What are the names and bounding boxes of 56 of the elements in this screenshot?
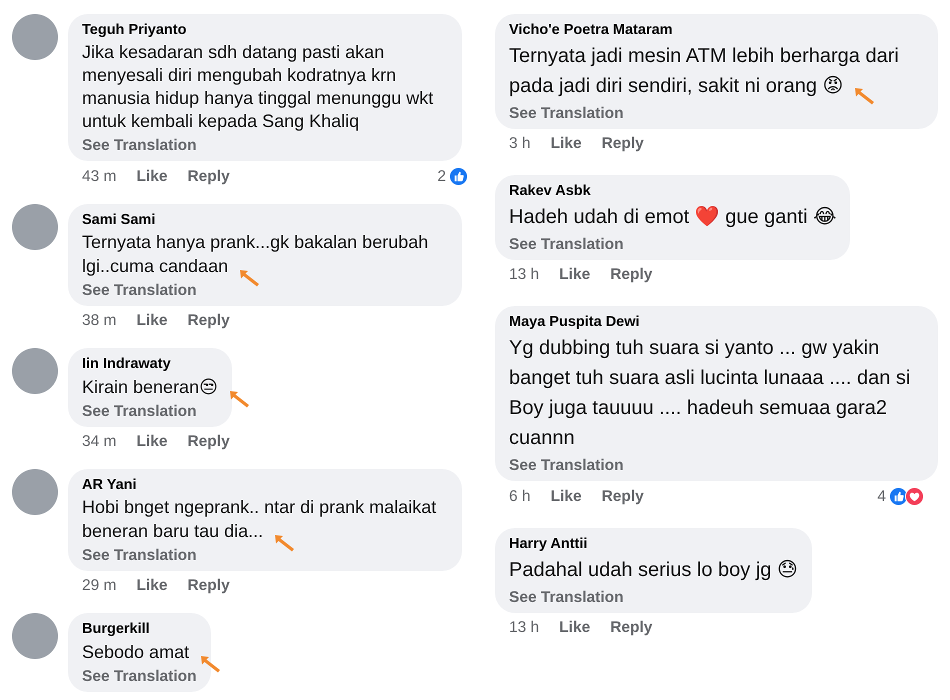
see-translation-link[interactable]: See Translation xyxy=(82,403,218,421)
comment-author: Burgerkill xyxy=(82,621,151,637)
comment-time: 38 m xyxy=(82,312,116,330)
reply-link[interactable]: Reply xyxy=(187,168,230,186)
comment-time: 13 h xyxy=(509,266,540,284)
like-reaction-icon xyxy=(449,167,468,186)
comment-text: Hadeh udah di emot ❤ gue ganti 😂 xyxy=(509,205,836,230)
see-translation-link[interactable]: See Translation xyxy=(509,457,924,475)
like-link[interactable]: Like xyxy=(136,577,168,595)
reaction-count: 4 xyxy=(877,488,886,506)
reply-link[interactable]: Reply xyxy=(602,488,644,506)
like-link[interactable]: Like xyxy=(550,488,582,506)
reaction-count: 2 xyxy=(437,168,446,186)
comment-author: Iin Indrawaty xyxy=(82,356,172,372)
reply-link[interactable]: Reply xyxy=(610,266,652,284)
comment-author: Maya Puspita Dewi xyxy=(509,314,641,330)
see-translation-link[interactable]: See Translation xyxy=(82,668,197,686)
comment-text: Jika kesadaran sdh datang pasti akan menyesali diri mengubah kodratnya krn manusia hidup hanya tinggal menunggu wkt untuk kembali kepada Sang Khaliq xyxy=(82,41,434,133)
reply-link[interactable]: Reply xyxy=(187,312,230,330)
reply-link[interactable]: Reply xyxy=(187,433,230,451)
comment-text: Padahal udah serius lo boy jg 😓 xyxy=(509,558,798,583)
see-translation-link[interactable]: See Translation xyxy=(82,547,448,565)
comment-author: Teguh Priyanto xyxy=(82,22,188,38)
heart-reaction-icon xyxy=(905,487,924,506)
see-translation-link[interactable]: See Translation xyxy=(82,137,448,155)
comment-time: 13 h xyxy=(509,619,540,637)
like-link[interactable]: Like xyxy=(559,266,590,284)
see-translation-link[interactable]: See Translation xyxy=(509,105,924,123)
like-link[interactable]: Like xyxy=(136,433,168,451)
like-link[interactable]: Like xyxy=(136,312,168,330)
comment-author: AR Yani xyxy=(82,477,138,493)
comment-time: 6 h xyxy=(509,488,531,506)
see-translation-link[interactable]: See Translation xyxy=(509,589,798,607)
comment-text: Sebodo amat xyxy=(82,640,197,664)
reply-link[interactable]: Reply xyxy=(610,619,652,637)
see-translation-link[interactable]: See Translation xyxy=(509,236,836,254)
comment-author: Rakev Asbk xyxy=(509,183,592,199)
see-translation-link[interactable]: See Translation xyxy=(82,282,448,300)
comment-author: Harry Anttii xyxy=(509,536,588,552)
comment-time: 43 m xyxy=(82,168,116,186)
comment-time: 29 m xyxy=(82,577,116,595)
reply-link[interactable]: Reply xyxy=(187,577,230,595)
comment-time: 34 m xyxy=(82,433,116,451)
comment-author: Vicho'e Poetra Mataram xyxy=(509,22,674,38)
comment-text: Hobi bnget ngeprank.. ntar di prank malaikat beneran baru tau dia... xyxy=(82,496,448,543)
comment-author: Sami Sami xyxy=(82,212,156,228)
reply-link[interactable]: Reply xyxy=(602,135,644,153)
like-link[interactable]: Like xyxy=(550,135,582,153)
like-link[interactable]: Like xyxy=(136,168,168,186)
like-link[interactable]: Like xyxy=(559,619,590,637)
comment-time: 3 h xyxy=(509,135,531,153)
like-reaction-icon xyxy=(889,487,908,506)
comment-text: Yg dubbing tuh suara si yanto ... gw yakin banget tuh suara asli lucinta lunaaa .... dan si Boy juga tauuuu .... hadeuh semuaa gara2 cuannn xyxy=(509,336,912,451)
comment-text: Ternyata jadi mesin ATM lebih berharga dari pada jadi diri sendiri, sakit ni orang 😡 xyxy=(509,41,924,101)
comment-text: Ternyata hanya prank...gk bakalan berubah lgi..cuma candaan xyxy=(82,231,448,278)
comment-text: Kirain beneran😒 xyxy=(82,375,218,399)
